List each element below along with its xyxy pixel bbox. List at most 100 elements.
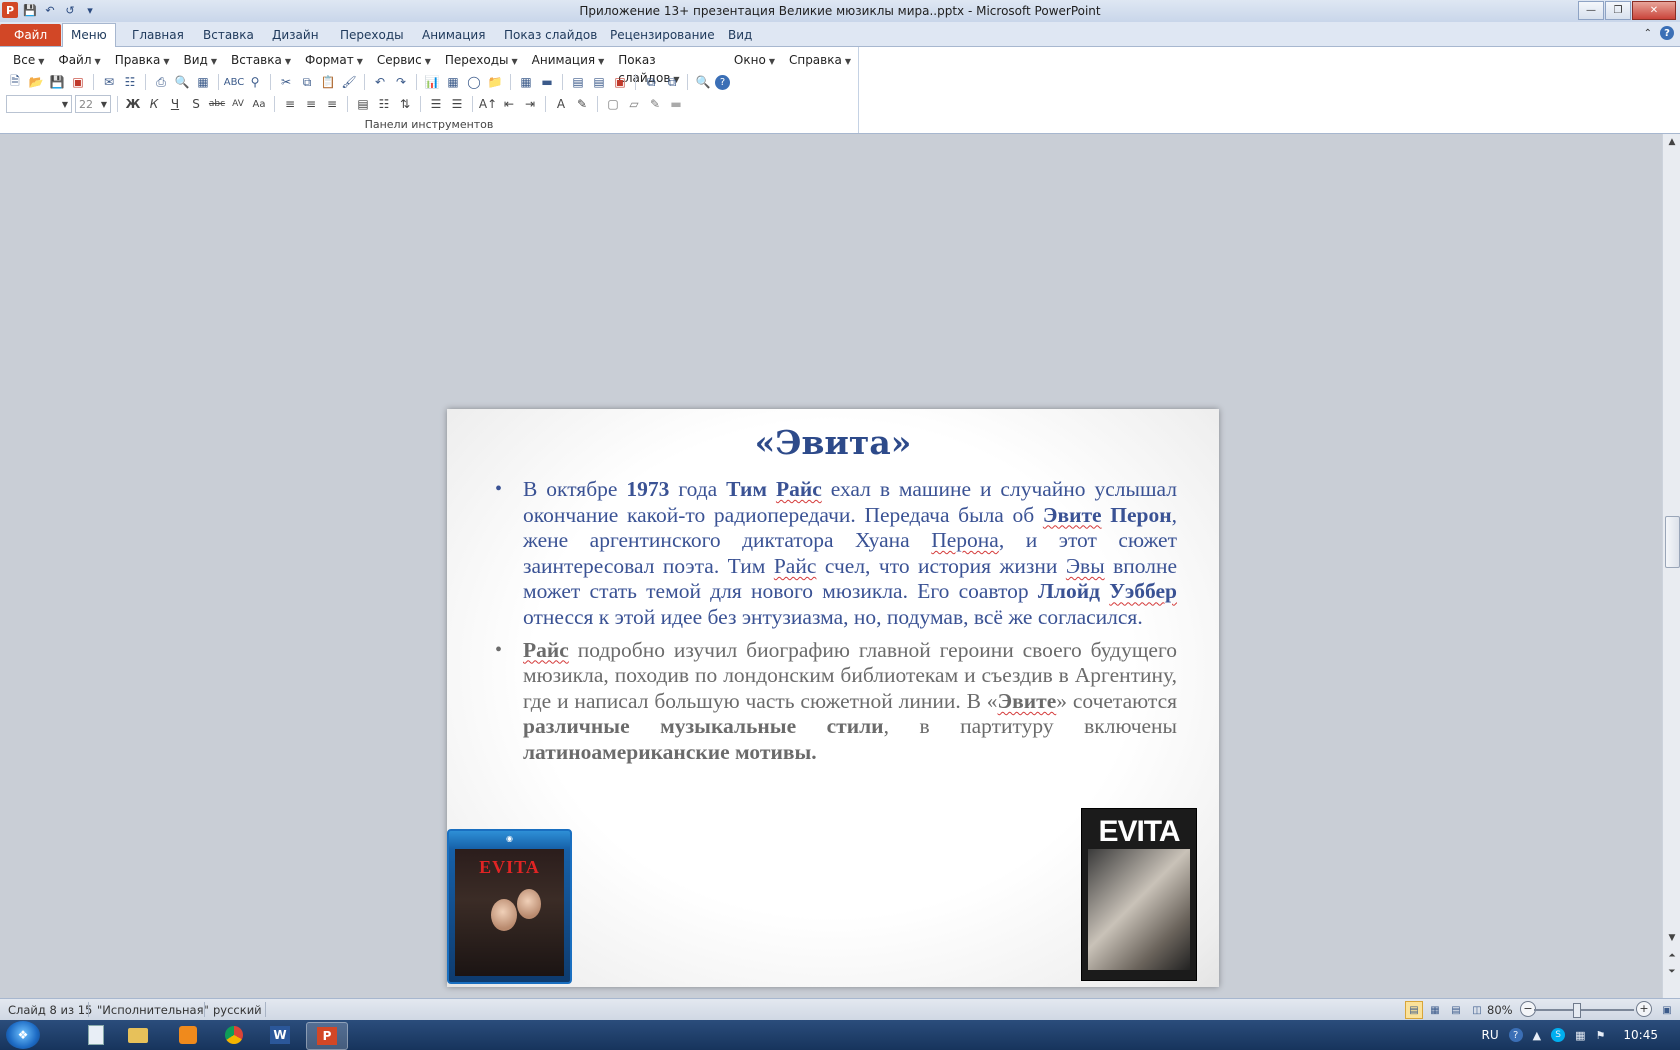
new-slide-icon[interactable]: ▤ — [569, 73, 587, 91]
help-icon[interactable]: ? — [1508, 1028, 1523, 1042]
clock[interactable]: 10:45 — [1623, 1028, 1658, 1042]
permissions-icon[interactable]: ▣ — [69, 73, 87, 91]
bluray-cover-image[interactable]: ◉ EVITA — [447, 829, 572, 984]
text-effects-icon[interactable]: ✎ — [573, 95, 591, 113]
menu-edit[interactable]: Правка ▼ — [108, 51, 177, 69]
slide-body[interactable]: В октябре 1973 года Тим Райс ехал в маши… — [493, 477, 1177, 773]
insert-chart-icon[interactable]: 📊 — [423, 73, 441, 91]
zoom-in-button[interactable]: + — [1636, 1001, 1652, 1017]
char-spacing-icon[interactable]: AV — [229, 95, 247, 113]
insert-table-icon[interactable]: ▦ — [444, 73, 462, 91]
bold-icon[interactable]: Ж — [124, 95, 142, 113]
align-right-icon[interactable]: ≡ — [323, 95, 341, 113]
help-icon[interactable]: ? — [715, 74, 730, 90]
font-size-select[interactable]: 22 ▼ — [75, 95, 111, 113]
menu-format[interactable]: Формат ▼ — [298, 51, 370, 69]
zoom-slider-track[interactable] — [1534, 1009, 1634, 1011]
scroll-up-icon[interactable]: ▲ — [1663, 134, 1680, 150]
increase-indent-icon[interactable]: ⇥ — [521, 95, 539, 113]
bullet-1[interactable]: В октябре 1973 года Тим Райс ехал в маши… — [493, 477, 1177, 631]
minimize-ribbon-icon[interactable]: ⌃ — [1644, 28, 1652, 39]
slide-layout-icon[interactable]: ▤ — [590, 73, 608, 91]
menu-all[interactable]: Все ▼ — [6, 51, 51, 69]
font-name-select[interactable]: ▼ — [6, 95, 72, 113]
layout-icon[interactable]: ▬ — [538, 73, 556, 91]
line-spacing-icon[interactable]: ⇅ — [396, 95, 414, 113]
tab-animation[interactable]: Анимация — [414, 25, 493, 45]
tab-review[interactable]: Рецензирование — [602, 25, 723, 45]
tray-expand-icon[interactable]: ▲ — [1533, 1029, 1541, 1042]
menu-animation[interactable]: Анимация ▼ — [525, 51, 612, 69]
network-icon[interactable]: ▦ — [1575, 1029, 1585, 1042]
slide-title[interactable]: «Эвита» — [447, 423, 1219, 462]
save-icon[interactable]: 💾 — [48, 73, 66, 91]
slideshow-view-icon[interactable]: ◫ — [1468, 1001, 1486, 1019]
italic-icon[interactable]: К — [145, 95, 163, 113]
menu-view[interactable]: Вид ▼ — [177, 51, 224, 69]
tab-view[interactable]: Вид — [720, 25, 760, 45]
menu-slideshow[interactable]: Показ слайдов ▼ — [611, 51, 727, 85]
dvd-cover-image[interactable]: EVITA — [1081, 808, 1197, 981]
taskbar-word-icon[interactable]: W — [260, 1022, 300, 1048]
scroll-down-icon[interactable]: ▼ — [1663, 930, 1680, 946]
tab-menu[interactable]: Меню — [62, 23, 116, 48]
print-icon[interactable]: ⎙ — [152, 73, 170, 91]
grid-icon[interactable]: ▦ — [517, 73, 535, 91]
strikethrough-icon[interactable]: abc — [208, 95, 226, 113]
menu-insert[interactable]: Вставка ▼ — [224, 51, 298, 69]
shadow-style-icon[interactable]: ▬ — [667, 95, 685, 113]
change-case-icon[interactable]: Aa — [250, 95, 268, 113]
tab-file[interactable]: Файл — [0, 24, 62, 46]
restore-button[interactable]: ❐ — [1605, 1, 1631, 20]
menu-help[interactable]: Справка ▼ — [782, 51, 858, 69]
send-icon[interactable]: ✉ — [100, 73, 118, 91]
next-slide-icon[interactable]: ⏷ — [1663, 964, 1680, 980]
vertical-scrollbar[interactable]: ▲ ▼ ⏶ ⏷ — [1662, 134, 1680, 998]
table-icon[interactable]: ▦ — [194, 73, 212, 91]
group-icon[interactable]: ⧉ — [663, 73, 681, 91]
copy-icon[interactable]: ⧉ — [298, 73, 316, 91]
line-color-icon[interactable]: ✎ — [646, 95, 664, 113]
bullets-icon[interactable]: ☰ — [448, 95, 466, 113]
tab-insert[interactable]: Вставка — [195, 25, 262, 45]
slide-workspace[interactable]: «Эвита» В октябре 1973 года Тим Райс еха… — [0, 134, 1662, 998]
fit-to-window-icon[interactable]: ▣ — [1658, 1001, 1676, 1019]
columns-icon[interactable]: ☷ — [375, 95, 393, 113]
tab-design[interactable]: Дизайн — [264, 25, 327, 45]
format-painter-icon[interactable]: 🖌 — [340, 73, 358, 91]
help-icon[interactable]: ? — [1660, 26, 1674, 40]
underline-icon[interactable]: Ч — [166, 95, 184, 113]
align-left-icon[interactable]: ≡ — [281, 95, 299, 113]
reading-view-icon[interactable]: ▤ — [1447, 1001, 1465, 1019]
insert-shapes-icon[interactable]: ◯ — [465, 73, 483, 91]
scroll-thumb[interactable] — [1665, 516, 1680, 568]
minimize-button[interactable]: — — [1578, 1, 1604, 20]
language-indicator[interactable]: русский — [213, 1003, 262, 1017]
paste-icon[interactable]: 📋 — [319, 73, 337, 91]
menu-transitions[interactable]: Переходы ▼ — [438, 51, 525, 69]
taskbar-notepad-icon[interactable] — [76, 1022, 116, 1048]
taskbar-chrome-icon[interactable] — [214, 1022, 254, 1048]
zoom-icon[interactable]: 🔍 — [694, 73, 712, 91]
decrease-indent-icon[interactable]: ⇤ — [500, 95, 518, 113]
theme-name[interactable]: "Исполнительная" — [97, 1003, 209, 1017]
arrange-icon[interactable]: ⧉ — [642, 73, 660, 91]
justify-icon[interactable]: ▤ — [354, 95, 372, 113]
zoom-slider-thumb[interactable] — [1573, 1003, 1581, 1018]
spelling-icon[interactable]: ABC — [224, 73, 245, 91]
slide-canvas[interactable]: «Эвита» В октябре 1973 года Тим Райс еха… — [447, 409, 1219, 987]
tab-slideshow[interactable]: Показ слайдов — [496, 25, 605, 45]
print-preview-icon[interactable]: 🔍 — [173, 73, 191, 91]
cut-icon[interactable]: ✂ — [277, 73, 295, 91]
tab-home[interactable]: Главная — [124, 25, 192, 45]
fill-color-icon[interactable]: ▱ — [625, 95, 643, 113]
normal-view-icon[interactable]: ▤ — [1405, 1001, 1423, 1019]
open-folder-icon[interactable]: 📂 — [27, 73, 45, 91]
menu-window[interactable]: Окно ▼ — [727, 51, 782, 69]
zoom-level[interactable]: 80% — [1487, 1003, 1513, 1017]
skype-icon[interactable]: S — [1551, 1028, 1566, 1042]
tray-language[interactable]: RU — [1482, 1028, 1499, 1042]
start-button-icon[interactable]: ❖ — [6, 1021, 40, 1049]
previous-slide-icon[interactable]: ⏶ — [1663, 948, 1680, 964]
increase-font-icon[interactable]: A↑ — [479, 95, 497, 113]
